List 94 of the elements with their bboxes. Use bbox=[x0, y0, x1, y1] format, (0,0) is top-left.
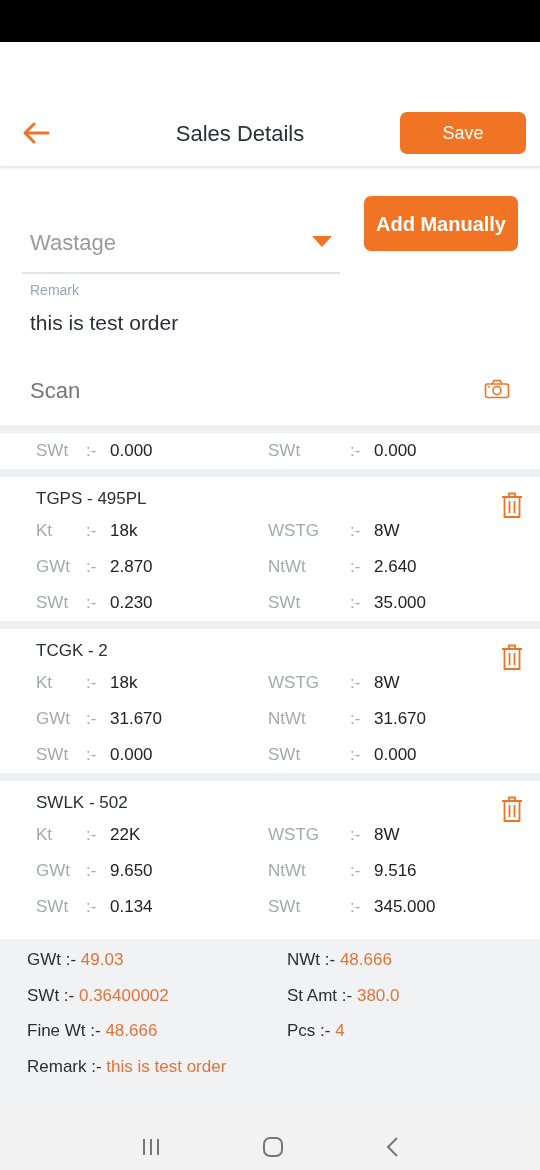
trash-icon[interactable] bbox=[500, 643, 524, 671]
field-value: 31.670 bbox=[110, 708, 162, 731]
separator: :- bbox=[350, 824, 362, 847]
home-icon[interactable] bbox=[262, 1136, 284, 1158]
summary-label: Fine Wt :- bbox=[27, 1021, 101, 1040]
field-label: SWt bbox=[268, 896, 302, 919]
field-label: GWt bbox=[36, 860, 71, 883]
separator: :- bbox=[86, 440, 98, 463]
separator: :- bbox=[350, 744, 362, 767]
field-label: GWt bbox=[36, 556, 71, 579]
caret-icon bbox=[312, 236, 332, 248]
field-value: 8W bbox=[374, 672, 400, 695]
item-code: TCGK - 2 bbox=[36, 640, 108, 663]
separator: :- bbox=[350, 672, 362, 695]
trash-icon[interactable] bbox=[500, 491, 524, 519]
field-value: 8W bbox=[374, 520, 400, 543]
summary-label: Pcs :- bbox=[287, 1021, 331, 1040]
field-value: 22K bbox=[110, 824, 141, 847]
wastage-placeholder: Wastage bbox=[30, 228, 116, 257]
separator: :- bbox=[86, 520, 98, 543]
remark-label: Remark bbox=[29, 281, 80, 300]
field-label: SWt bbox=[36, 744, 70, 767]
separator: :- bbox=[350, 708, 362, 731]
summary-label: NWt :- bbox=[287, 950, 336, 969]
summary-value: 380.0 bbox=[356, 985, 400, 1005]
field-label: SWt bbox=[268, 744, 302, 767]
trash-icon[interactable] bbox=[500, 795, 524, 823]
separator: :- bbox=[86, 896, 98, 919]
summary-value: 48.666 bbox=[339, 950, 392, 969]
separator: :- bbox=[350, 440, 362, 463]
separator: :- bbox=[86, 592, 98, 615]
field-label: WSTG bbox=[268, 824, 320, 847]
separator: :- bbox=[86, 708, 98, 731]
field-value: 0.134 bbox=[110, 896, 153, 919]
field-value: 8W bbox=[374, 824, 400, 847]
add-manually-button[interactable]: Add Manually bbox=[364, 196, 518, 251]
field-label: NtWt bbox=[268, 556, 307, 579]
field-value: 0.000 bbox=[374, 744, 417, 767]
field-value: 2.870 bbox=[110, 556, 153, 579]
field-value: 0.000 bbox=[110, 744, 153, 767]
field-label: SWt bbox=[268, 440, 302, 463]
summary-value: 4 bbox=[335, 1021, 345, 1040]
field-label: Kt bbox=[36, 672, 54, 695]
field-value: 9.650 bbox=[110, 860, 153, 883]
field-value: 18k bbox=[110, 672, 138, 695]
item-code: TGPS - 495PL bbox=[36, 488, 147, 511]
field-value: 345.000 bbox=[374, 896, 436, 919]
separator: :- bbox=[86, 824, 98, 847]
field-label: Kt bbox=[36, 824, 54, 847]
summary-label: St Amt :- bbox=[287, 985, 353, 1005]
field-label: NtWt bbox=[268, 860, 307, 883]
separator: :- bbox=[350, 520, 362, 543]
field-label: GWt bbox=[36, 708, 71, 731]
separator: :- bbox=[86, 744, 98, 767]
field-label: WSTG bbox=[268, 672, 320, 695]
separator: :- bbox=[86, 672, 98, 695]
summary-label: Remark :- bbox=[27, 1056, 102, 1076]
summary-value: 49.03 bbox=[80, 950, 124, 969]
wastage-dropdown[interactable]: Wastage bbox=[22, 212, 340, 274]
back-icon[interactable] bbox=[22, 122, 50, 144]
field-label: Kt bbox=[36, 520, 54, 543]
field-label: SWt bbox=[36, 896, 70, 919]
field-value: 18k bbox=[110, 520, 138, 543]
summary-value: this is test order bbox=[106, 1056, 227, 1076]
field-value: 0.000 bbox=[374, 440, 417, 463]
summary-value: 0.36400002 bbox=[78, 985, 169, 1005]
camera-icon[interactable] bbox=[484, 379, 510, 399]
field-value: 35.000 bbox=[374, 592, 426, 615]
field-label: SWt bbox=[268, 592, 302, 615]
field-label: NtWt bbox=[268, 708, 307, 731]
field-value: 31.670 bbox=[374, 708, 426, 731]
separator: :- bbox=[86, 556, 98, 579]
page-title: Sales Details bbox=[174, 119, 306, 148]
save-button[interactable]: Save bbox=[400, 112, 526, 154]
separator: :- bbox=[350, 896, 362, 919]
separator: :- bbox=[350, 860, 362, 883]
field-value: 2.640 bbox=[374, 556, 417, 579]
back-nav-icon[interactable] bbox=[385, 1136, 400, 1158]
separator: :- bbox=[86, 860, 98, 883]
item-code: SWLK - 502 bbox=[36, 792, 128, 815]
summary-label: SWt :- bbox=[27, 985, 75, 1005]
field-value: 0.230 bbox=[110, 592, 153, 615]
summary-label: GWt :- bbox=[27, 950, 77, 969]
separator: :- bbox=[350, 592, 362, 615]
field-label: WSTG bbox=[268, 520, 320, 543]
field-label: SWt bbox=[36, 592, 70, 615]
field-label: SWt bbox=[36, 440, 70, 463]
separator: :- bbox=[350, 556, 362, 579]
scan-field[interactable]: Scan bbox=[22, 365, 518, 417]
summary-value: 48.666 bbox=[105, 1021, 158, 1040]
recent-apps-icon[interactable] bbox=[140, 1137, 161, 1157]
field-value: 9.516 bbox=[374, 860, 417, 883]
remark-field[interactable]: this is test order bbox=[22, 301, 518, 345]
field-value: 0.000 bbox=[110, 440, 153, 463]
